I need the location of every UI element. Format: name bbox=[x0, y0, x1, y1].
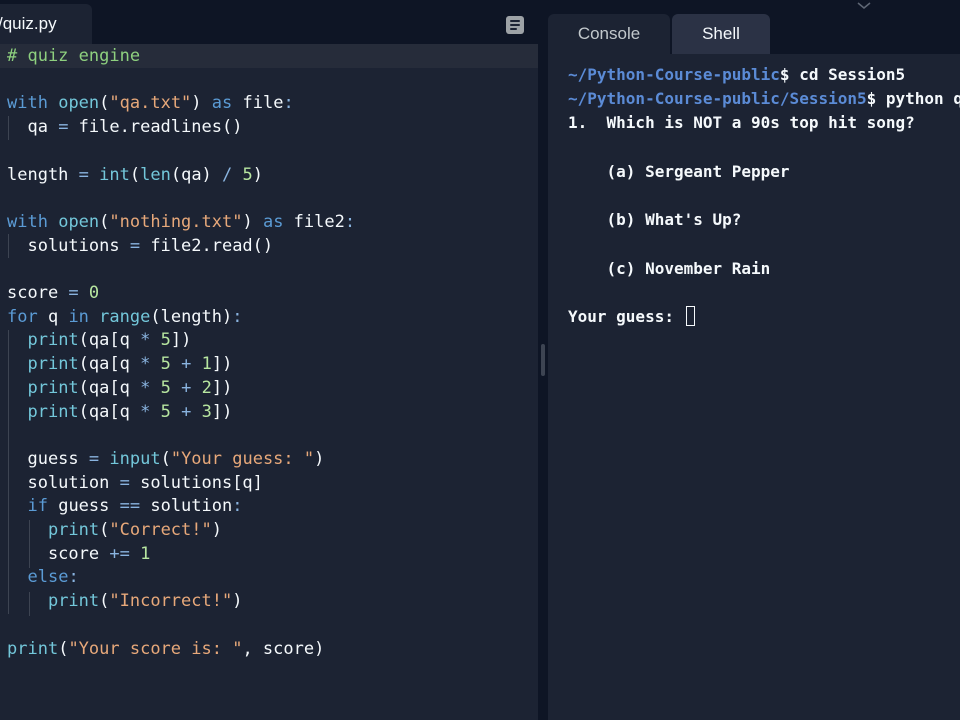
chevron-down-icon[interactable] bbox=[856, 0, 872, 9]
code-line: with open("qa.txt") as file: bbox=[7, 93, 294, 114]
editor-tabbar: /quiz.py bbox=[0, 0, 538, 44]
code-line: print(qa[q * 5 + 1]) bbox=[27, 354, 233, 375]
code-line: print("Your score is: ", score) bbox=[7, 638, 325, 659]
code-line: score = 0 bbox=[7, 283, 100, 303]
code-line: solutions = file2.read() bbox=[7, 235, 274, 256]
pane-resize-handle[interactable] bbox=[541, 344, 545, 376]
code-line: else: bbox=[27, 567, 79, 588]
code-line: qa = file.readlines() bbox=[7, 117, 243, 138]
code-line: for q in range(length): bbox=[7, 306, 243, 327]
code-line: print(qa[q * 5 + 3]) bbox=[27, 401, 233, 422]
prompt-line: ~/Python-Course-public$ cd Session5 bbox=[568, 63, 905, 87]
code-line: score += 1 bbox=[7, 543, 151, 564]
prompt-command: $ cd Session5 bbox=[779, 65, 906, 84]
question-text: 1. Which is NOT a 90s top hit song? bbox=[568, 113, 915, 132]
code-editor[interactable]: # quiz engine with open("qa.txt") as file… bbox=[0, 44, 538, 720]
code-line: print(qa[q * 5]) bbox=[27, 330, 192, 351]
editor-pane: /quiz.py # quiz engine with open("qa.txt"… bbox=[0, 0, 538, 720]
code-line: print("Correct!") bbox=[47, 520, 222, 540]
code-line: # quiz engine bbox=[0, 44, 538, 68]
outline-icon[interactable] bbox=[506, 16, 524, 34]
tab-console[interactable]: Console bbox=[548, 14, 670, 54]
option-c: (c) November Rain bbox=[568, 259, 771, 278]
file-tab-label: /quiz.py bbox=[0, 14, 57, 33]
code-line: guess = input("Your guess: ") bbox=[7, 448, 325, 469]
tab-shell[interactable]: Shell bbox=[672, 14, 770, 54]
option-b: (b) What's Up? bbox=[568, 210, 742, 229]
option-a: (a) Sergeant Pepper bbox=[568, 162, 790, 181]
code-line: print("Incorrect!") bbox=[47, 591, 243, 612]
terminal-tabs: Console Shell bbox=[548, 14, 960, 54]
code-line: with open("nothing.txt") as file2: bbox=[7, 211, 356, 232]
terminal-cursor[interactable] bbox=[685, 306, 695, 326]
terminal-pane: Console Shell ~/Python-Course-public$ cd… bbox=[548, 0, 960, 720]
prompt-path: ~/Python-Course-public bbox=[568, 65, 780, 84]
code-line: length = int(len(qa) / 5) bbox=[7, 164, 264, 185]
code-line: solution = solutions[q] bbox=[7, 472, 263, 493]
prompt-command: $ python quiz.py bbox=[866, 89, 960, 108]
code-line: if guess == solution: bbox=[27, 496, 243, 517]
guess-prompt-line: Your guess: bbox=[568, 305, 695, 329]
code-line: print(qa[q * 5 + 2]) bbox=[27, 377, 233, 398]
shell-terminal[interactable]: ~/Python-Course-public$ cd Session5 ~/Py… bbox=[548, 54, 960, 720]
file-tab-quiz-py[interactable]: /quiz.py bbox=[0, 4, 92, 44]
guess-prompt: Your guess: bbox=[568, 307, 684, 326]
prompt-path: ~/Python-Course-public/Session5 bbox=[568, 89, 867, 108]
prompt-line: ~/Python-Course-public/Session5$ python … bbox=[568, 87, 960, 111]
